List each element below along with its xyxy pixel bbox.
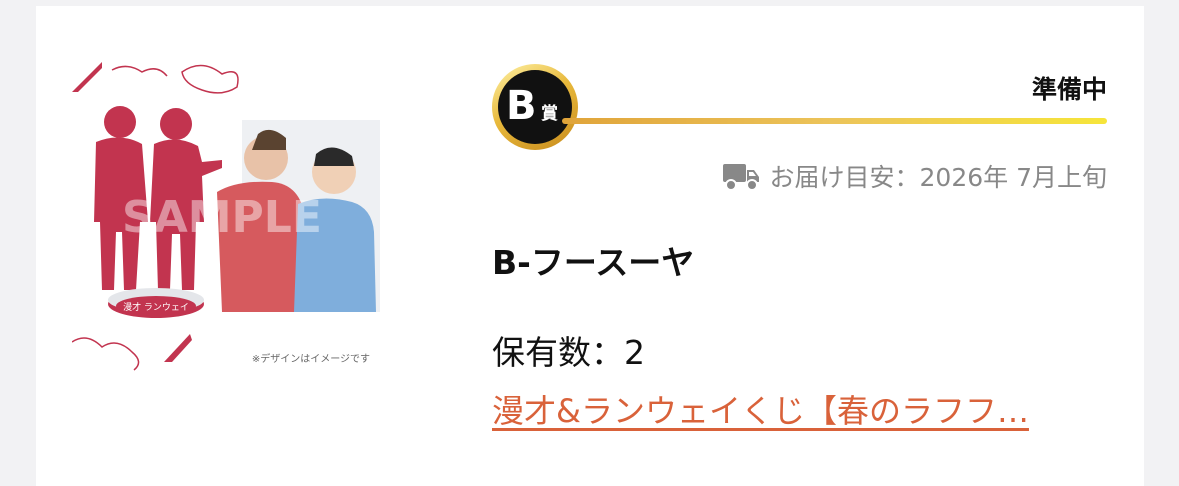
rank-suffix: 賞 <box>541 104 558 124</box>
prize-title: B-フースーヤ <box>492 243 695 282</box>
image-caption: ※デザインはイメージです <box>251 354 370 365</box>
delivery-label: お届け目安： <box>769 163 920 192</box>
sample-watermark: SAMPLE <box>122 192 322 243</box>
owned-count-value: 2 <box>624 333 645 372</box>
product-illustration: 漫才 ランウェイ SAMPLE <box>72 62 380 371</box>
rank-badge-icon: B 賞 <box>492 64 578 150</box>
truck-icon <box>722 164 759 191</box>
delivery-estimate: お届け目安： 2026年 7月上旬 <box>722 158 1107 194</box>
rank-letter: B <box>506 83 537 129</box>
status-label: 準備中 <box>1031 75 1107 104</box>
lottery-link[interactable]: 漫才&ランウェイくじ【春のラフフ… <box>492 386 1098 432</box>
rank-divider <box>562 118 1107 124</box>
delivery-date: 2026年 7月上旬 <box>919 163 1107 192</box>
prize-card: 漫才 ランウェイ SAMPLE ※デザインはイメージです B 賞 準備中 お届け… <box>36 6 1144 486</box>
owned-count: 保有数：2 <box>492 326 645 374</box>
svg-text:漫才 ランウェイ: 漫才 ランウェイ <box>123 301 189 313</box>
owned-count-label: 保有数： <box>492 333 624 372</box>
product-image[interactable]: 漫才 ランウェイ SAMPLE ※デザインはイメージです <box>72 62 382 372</box>
